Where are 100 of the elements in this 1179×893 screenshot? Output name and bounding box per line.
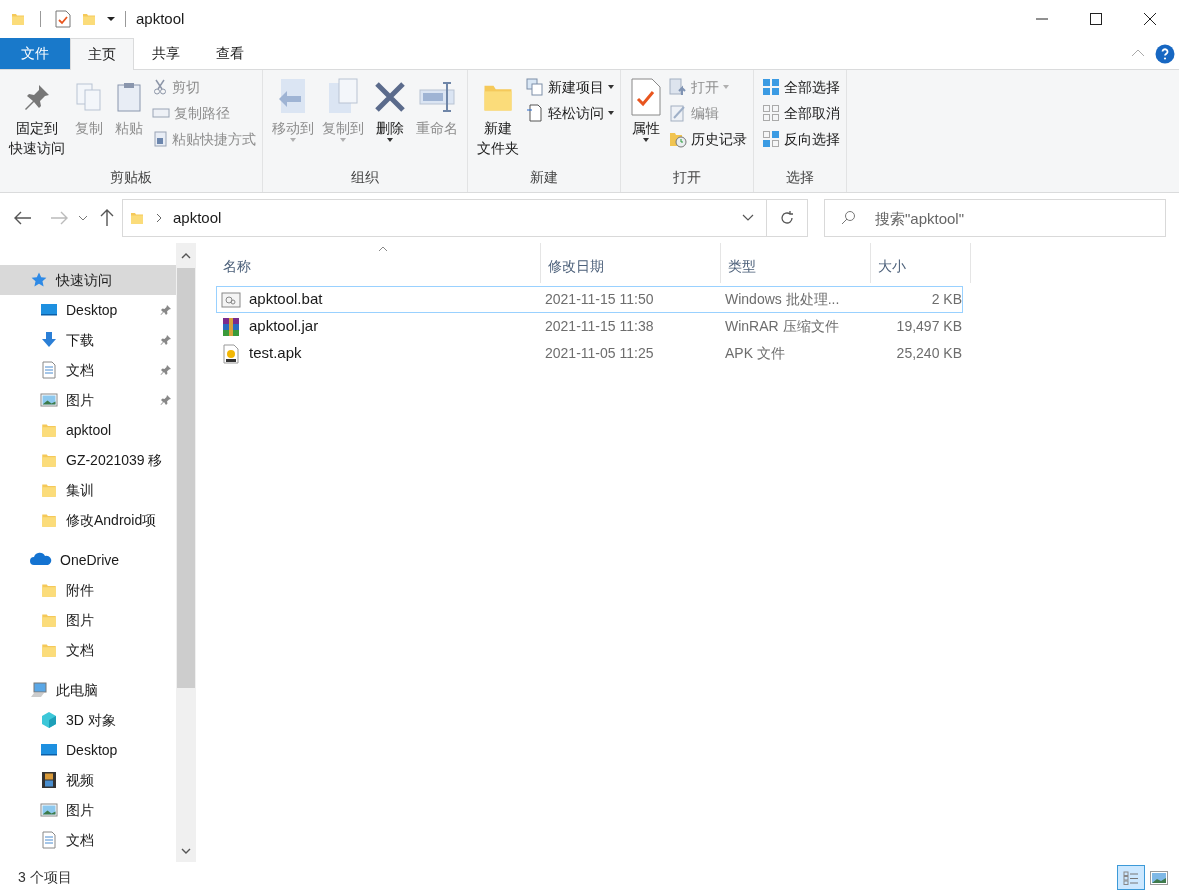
ribbon-button[interactable]: 属性 [627, 76, 665, 167]
column-header[interactable]: 名称 [216, 243, 541, 283]
search-icon [840, 210, 856, 226]
close-icon[interactable] [1143, 12, 1157, 26]
star-icon [30, 271, 48, 289]
shortcut-icon [152, 131, 168, 147]
sidebar-item[interactable]: 附件 [0, 575, 176, 605]
ribbon-button[interactable]: 新建 文件夹 [474, 76, 522, 167]
search-field[interactable]: 搜索"apktool" [824, 199, 1166, 237]
chevron-right-icon [155, 213, 163, 223]
table-cell-text: 2 KB [930, 290, 962, 309]
table-cell-text: 2021-11-15 11:50 [544, 290, 655, 309]
sidebar-item[interactable]: apktool [0, 415, 176, 445]
scrollbar-thumb[interactable] [177, 268, 195, 688]
view-toggle[interactable] [1117, 865, 1145, 890]
sort-up-icon [378, 246, 388, 252]
sidebar-item[interactable]: Desktop [0, 735, 176, 765]
table-cell-text: WinRAR 压缩文件 [724, 317, 840, 336]
sidebar-item[interactable]: Desktop [0, 295, 176, 325]
table-cell-text: 19,497 KB [895, 317, 962, 336]
folder-icon [10, 11, 26, 27]
column-header[interactable]: 类型 [721, 243, 871, 283]
gear-window-icon [221, 289, 241, 310]
sidebar-item[interactable]: 文档 [0, 635, 176, 665]
address-field[interactable]: apktool [122, 199, 808, 237]
ribbon-button[interactable]: 历史记录 [669, 128, 747, 150]
refresh-icon[interactable] [779, 210, 795, 226]
scroll-down-icon[interactable] [181, 848, 191, 855]
table-cell-text: Windows 批处理... [724, 290, 841, 309]
cube-icon [40, 711, 58, 729]
picture-icon [40, 391, 58, 409]
back-arrow-icon[interactable] [14, 211, 32, 225]
chevron-down-icon[interactable] [742, 214, 754, 222]
sidebar-item[interactable]: 修改Android项 [0, 505, 176, 535]
folder-icon [40, 581, 58, 599]
download-icon [40, 331, 58, 349]
file-row[interactable]: apktool.jar 2021-11-15 11:38 WinRAR 压缩文件 19,497 KB [216, 313, 963, 340]
file-row[interactable]: test.apk 2021-11-05 11:25 APK 文件 25,240 KB [216, 340, 963, 367]
invert-selection-icon [762, 130, 780, 148]
folder-icon [129, 210, 145, 226]
ribbon-button[interactable]: 固定到 快速访问 [6, 76, 68, 167]
package-icon [221, 343, 241, 364]
ribbon-group-label: 打开 [672, 168, 702, 187]
help-icon[interactable] [1155, 44, 1175, 64]
ribbon-button[interactable]: 全部选择 [762, 76, 840, 98]
sidebar-item[interactable]: 3D 对象 [0, 705, 176, 735]
sidebar-item[interactable]: GZ-2021039 移 [0, 445, 176, 475]
picture-icon [1150, 870, 1168, 885]
sidebar-item[interactable]: 视频 [0, 765, 176, 795]
sidebar-item[interactable]: 此电脑 [0, 675, 176, 705]
ribbon-tab[interactable]: 查看 [198, 38, 262, 69]
sidebar-item[interactable]: 集训 [0, 475, 176, 505]
ribbon-group-label: 选择 [785, 168, 815, 187]
scroll-up-icon[interactable] [181, 252, 191, 259]
sidebar-item[interactable]: 文档 [0, 355, 176, 385]
ribbon-tab[interactable]: 主页 [70, 38, 134, 70]
sidebar-item[interactable]: 图片 [0, 795, 176, 825]
select-all-icon [762, 78, 780, 96]
ribbon-tab[interactable]: 文件 [0, 38, 70, 69]
chevron-down-icon[interactable] [78, 214, 88, 222]
properties-icon [630, 77, 662, 117]
file-name: apktool.jar [249, 316, 319, 337]
ribbon-button[interactable]: 新建项目 [526, 76, 614, 98]
table-cell-text: 2021-11-05 11:25 [544, 344, 655, 363]
list-view-icon [1122, 868, 1140, 887]
document-icon [40, 361, 58, 379]
sidebar-item[interactable]: 快速访问 [0, 265, 176, 295]
file-name: apktool.bat [249, 289, 323, 310]
archive-icon [221, 316, 241, 337]
folder-icon [40, 511, 58, 529]
folder-icon [81, 11, 97, 27]
ribbon-group-label: 组织 [350, 168, 380, 187]
maximize-icon[interactable] [1089, 12, 1103, 26]
sidebar-item[interactable]: 文档 [0, 825, 176, 855]
customize-caret-icon[interactable] [107, 17, 115, 21]
up-arrow-icon[interactable] [100, 209, 114, 227]
sidebar-item[interactable]: OneDrive [0, 545, 176, 575]
breadcrumb-item[interactable]: apktool [173, 206, 222, 230]
sidebar-item[interactable]: 图片 [0, 385, 176, 415]
select-none-icon [762, 104, 780, 122]
scissors-icon [152, 79, 168, 95]
column-header[interactable]: 修改日期 [541, 243, 721, 283]
sidebar-item[interactable]: 下载 [0, 325, 176, 355]
ribbon-button[interactable]: 轻松访问 [526, 102, 614, 124]
ribbon-tab[interactable]: 共享 [134, 38, 198, 69]
document-icon [40, 831, 58, 849]
folder-icon [40, 421, 58, 439]
history-icon [669, 130, 687, 148]
ribbon-group-label: 新建 [529, 168, 559, 187]
ribbon-button[interactable]: 反向选择 [762, 128, 840, 150]
ribbon-button[interactable]: 全部取消 [762, 102, 840, 124]
properties-icon[interactable] [55, 10, 71, 28]
monitor-icon [40, 301, 58, 319]
folder-icon [40, 611, 58, 629]
ribbon-button[interactable]: 删除 [369, 76, 411, 167]
column-header[interactable]: 大小 [871, 243, 971, 283]
folder-icon [40, 481, 58, 499]
file-row[interactable]: apktool.bat 2021-11-15 11:50 Windows 批处理... 2 KB [216, 286, 963, 313]
sidebar-item[interactable]: 图片 [0, 605, 176, 635]
caret-icon [608, 85, 614, 89]
